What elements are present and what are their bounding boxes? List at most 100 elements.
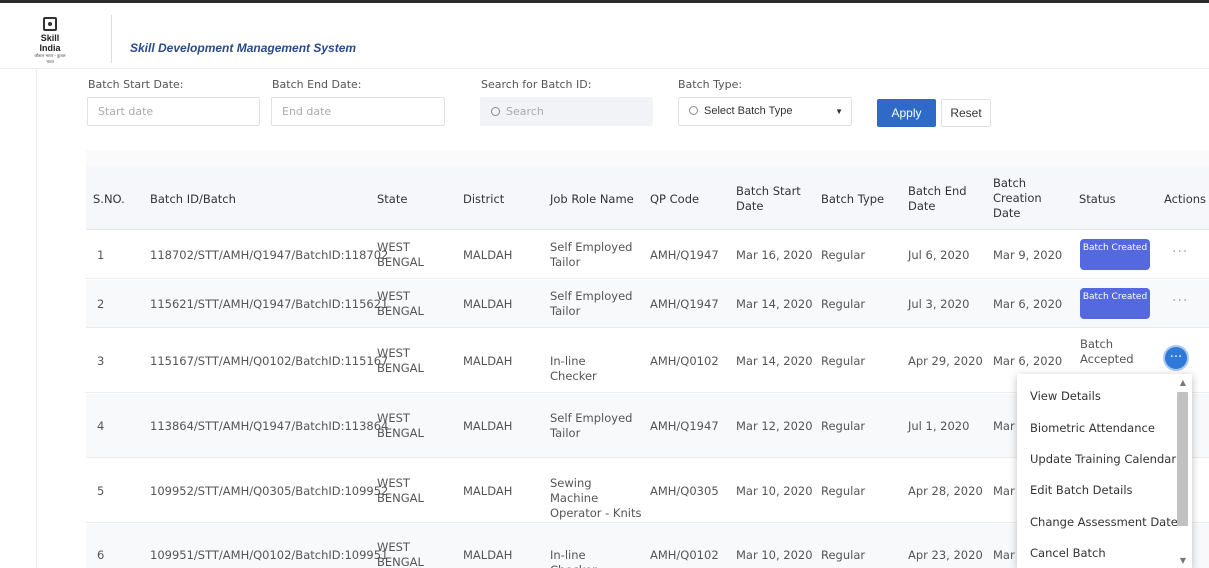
cell-jobrole: Sewing Machine Operator - Knits xyxy=(550,476,642,520)
cell-created: Mar xyxy=(993,484,1015,498)
search-icon xyxy=(689,106,698,115)
cell-jobrole: Self Employed Tailor xyxy=(550,240,633,269)
cell-end: Apr 23, 2020 xyxy=(908,548,983,562)
apply-button[interactable]: Apply xyxy=(877,99,936,127)
cell-batch: 109951/STT/AMH/Q0102/BatchID:109951 xyxy=(150,548,389,562)
table-row[interactable]: 2 115621/STT/AMH/Q1947/BatchID:115621 WE… xyxy=(86,280,1209,328)
col-type: Batch Type xyxy=(821,192,885,206)
more-horizontal-icon[interactable]: ··· xyxy=(1163,345,1189,371)
cell-start: Mar 14, 2020 xyxy=(736,297,813,311)
sidebar-edge xyxy=(36,70,37,568)
batch-type-select[interactable]: Select Batch Type ▼ xyxy=(678,97,852,126)
cell-type: Regular xyxy=(821,419,866,433)
cell-jobrole: In-line Checker xyxy=(550,548,597,568)
end-date-placeholder: End date xyxy=(282,105,332,118)
cell-sno: 2 xyxy=(97,297,105,311)
cell-type: Regular xyxy=(821,354,866,368)
col-district: District xyxy=(463,192,505,206)
batch-type-label: Batch Type: xyxy=(678,78,743,91)
cell-state: WEST BENGAL xyxy=(377,540,424,568)
start-date-input[interactable]: Start date xyxy=(87,97,260,126)
cell-batch: 115167/STT/AMH/Q0102/BatchID:115167 xyxy=(150,354,389,368)
cell-sno: 1 xyxy=(97,248,105,262)
brand-name: Skill India xyxy=(39,33,61,53)
cell-jobrole: In-line Checker xyxy=(550,354,597,383)
col-batch: Batch ID/Batch xyxy=(150,192,236,206)
cell-start: Mar 12, 2020 xyxy=(736,419,813,433)
cell-qp: AMH/Q0102 xyxy=(650,354,719,368)
col-created: Batch Creation Date xyxy=(993,176,1042,220)
cell-state: WEST BENGAL xyxy=(377,346,424,375)
menu-scrollbar-thumb[interactable] xyxy=(1177,392,1188,526)
menu-item-update-training-calendar[interactable]: Update Training Calendar xyxy=(1030,452,1176,466)
menu-item-edit-batch-details[interactable]: Edit Batch Details xyxy=(1030,483,1133,497)
col-qp: QP Code xyxy=(650,192,700,206)
cell-created: Mar 6, 2020 xyxy=(993,354,1063,368)
cell-qp: AMH/Q1947 xyxy=(650,419,719,433)
status-badge: Batch Created xyxy=(1080,239,1150,270)
cell-batch: 109952/STT/AMH/Q0305/BatchID:109952 xyxy=(150,484,389,498)
cell-end: Jul 1, 2020 xyxy=(908,419,970,433)
cell-state: WEST BENGAL xyxy=(377,240,424,269)
cell-created: Mar 9, 2020 xyxy=(993,248,1063,262)
col-actions: Actions xyxy=(1164,192,1207,206)
cell-type: Regular xyxy=(821,484,866,498)
col-status: Status xyxy=(1079,192,1116,206)
cell-jobrole: Self Employed Tailor xyxy=(550,289,633,318)
col-end: Batch End Date xyxy=(908,184,967,213)
end-date-input[interactable]: End date xyxy=(271,97,445,126)
cell-start: Mar 10, 2020 xyxy=(736,484,813,498)
header-divider xyxy=(111,15,112,63)
cell-end: Jul 3, 2020 xyxy=(908,297,970,311)
status-badge: Batch Created xyxy=(1080,288,1150,319)
col-sno: S.NO. xyxy=(93,192,125,206)
cell-end: Apr 28, 2020 xyxy=(908,484,983,498)
cell-state: WEST BENGAL xyxy=(377,289,424,318)
cell-state: WEST BENGAL xyxy=(377,476,424,505)
scroll-down-icon[interactable]: ▼ xyxy=(1180,556,1186,565)
search-icon xyxy=(491,107,500,116)
table-row[interactable]: 1 118702/STT/AMH/Q1947/BatchID:118702 WE… xyxy=(86,231,1209,279)
cell-qp: AMH/Q0305 xyxy=(650,484,719,498)
cell-start: Mar 14, 2020 xyxy=(736,354,813,368)
end-date-label: Batch End Date: xyxy=(272,78,362,91)
cell-created: Mar xyxy=(993,419,1015,433)
menu-item-cancel-batch[interactable]: Cancel Batch xyxy=(1030,546,1106,560)
cell-type: Regular xyxy=(821,248,866,262)
cell-batch: 118702/STT/AMH/Q1947/BatchID:118702 xyxy=(150,248,389,262)
table-topbar xyxy=(86,150,1209,166)
more-horizontal-icon[interactable]: ··· xyxy=(1172,244,1188,260)
cell-district: MALDAH xyxy=(463,419,513,433)
cell-batch: 115621/STT/AMH/Q1947/BatchID:115621 xyxy=(150,297,389,311)
cell-created: Mar xyxy=(993,548,1015,562)
brand-tagline: कौशल भारत - कुशल भारत xyxy=(34,53,66,64)
cell-batch: 113864/STT/AMH/Q1947/BatchID:113864 xyxy=(150,419,389,433)
search-label: Search for Batch ID: xyxy=(481,78,592,91)
start-date-label: Batch Start Date: xyxy=(88,78,184,91)
menu-item-change-assessment-date[interactable]: Change Assessment Date xyxy=(1030,515,1178,529)
caret-down-icon: ▼ xyxy=(835,107,843,116)
col-start: Batch Start Date xyxy=(736,184,801,213)
more-horizontal-icon[interactable]: ··· xyxy=(1172,293,1188,309)
batch-search-input[interactable]: Search xyxy=(480,97,653,126)
cell-qp: AMH/Q1947 xyxy=(650,297,719,311)
cell-end: Apr 29, 2020 xyxy=(908,354,983,368)
col-jobrole: Job Role Name xyxy=(550,192,634,206)
cell-district: MALDAH xyxy=(463,484,513,498)
menu-item-view-details[interactable]: View Details xyxy=(1030,389,1101,403)
cell-jobrole: Self Employed Tailor xyxy=(550,411,633,440)
status-text: Batch Accepted By xyxy=(1080,337,1134,366)
cell-type: Regular xyxy=(821,548,866,562)
reset-button[interactable]: Reset xyxy=(941,99,991,127)
app-header: Skill India कौशल भारत - कुशल भारत Skill … xyxy=(0,3,1209,69)
menu-item-biometric-attendance[interactable]: Biometric Attendance xyxy=(1030,421,1155,435)
cell-sno: 5 xyxy=(97,484,105,498)
skill-india-logo[interactable]: Skill India कौशल भारत - कुशल भारत xyxy=(30,17,70,64)
scroll-up-icon[interactable]: ▲ xyxy=(1180,378,1186,387)
cell-qp: AMH/Q0102 xyxy=(650,548,719,562)
cell-qp: AMH/Q1947 xyxy=(650,248,719,262)
actions-dropdown-menu: View Details Biometric Attendance Update… xyxy=(1017,374,1192,568)
cell-sno: 3 xyxy=(97,354,105,368)
table-header: S.NO. Batch ID/Batch State District Job … xyxy=(86,166,1209,230)
cell-end: Jul 6, 2020 xyxy=(908,248,970,262)
